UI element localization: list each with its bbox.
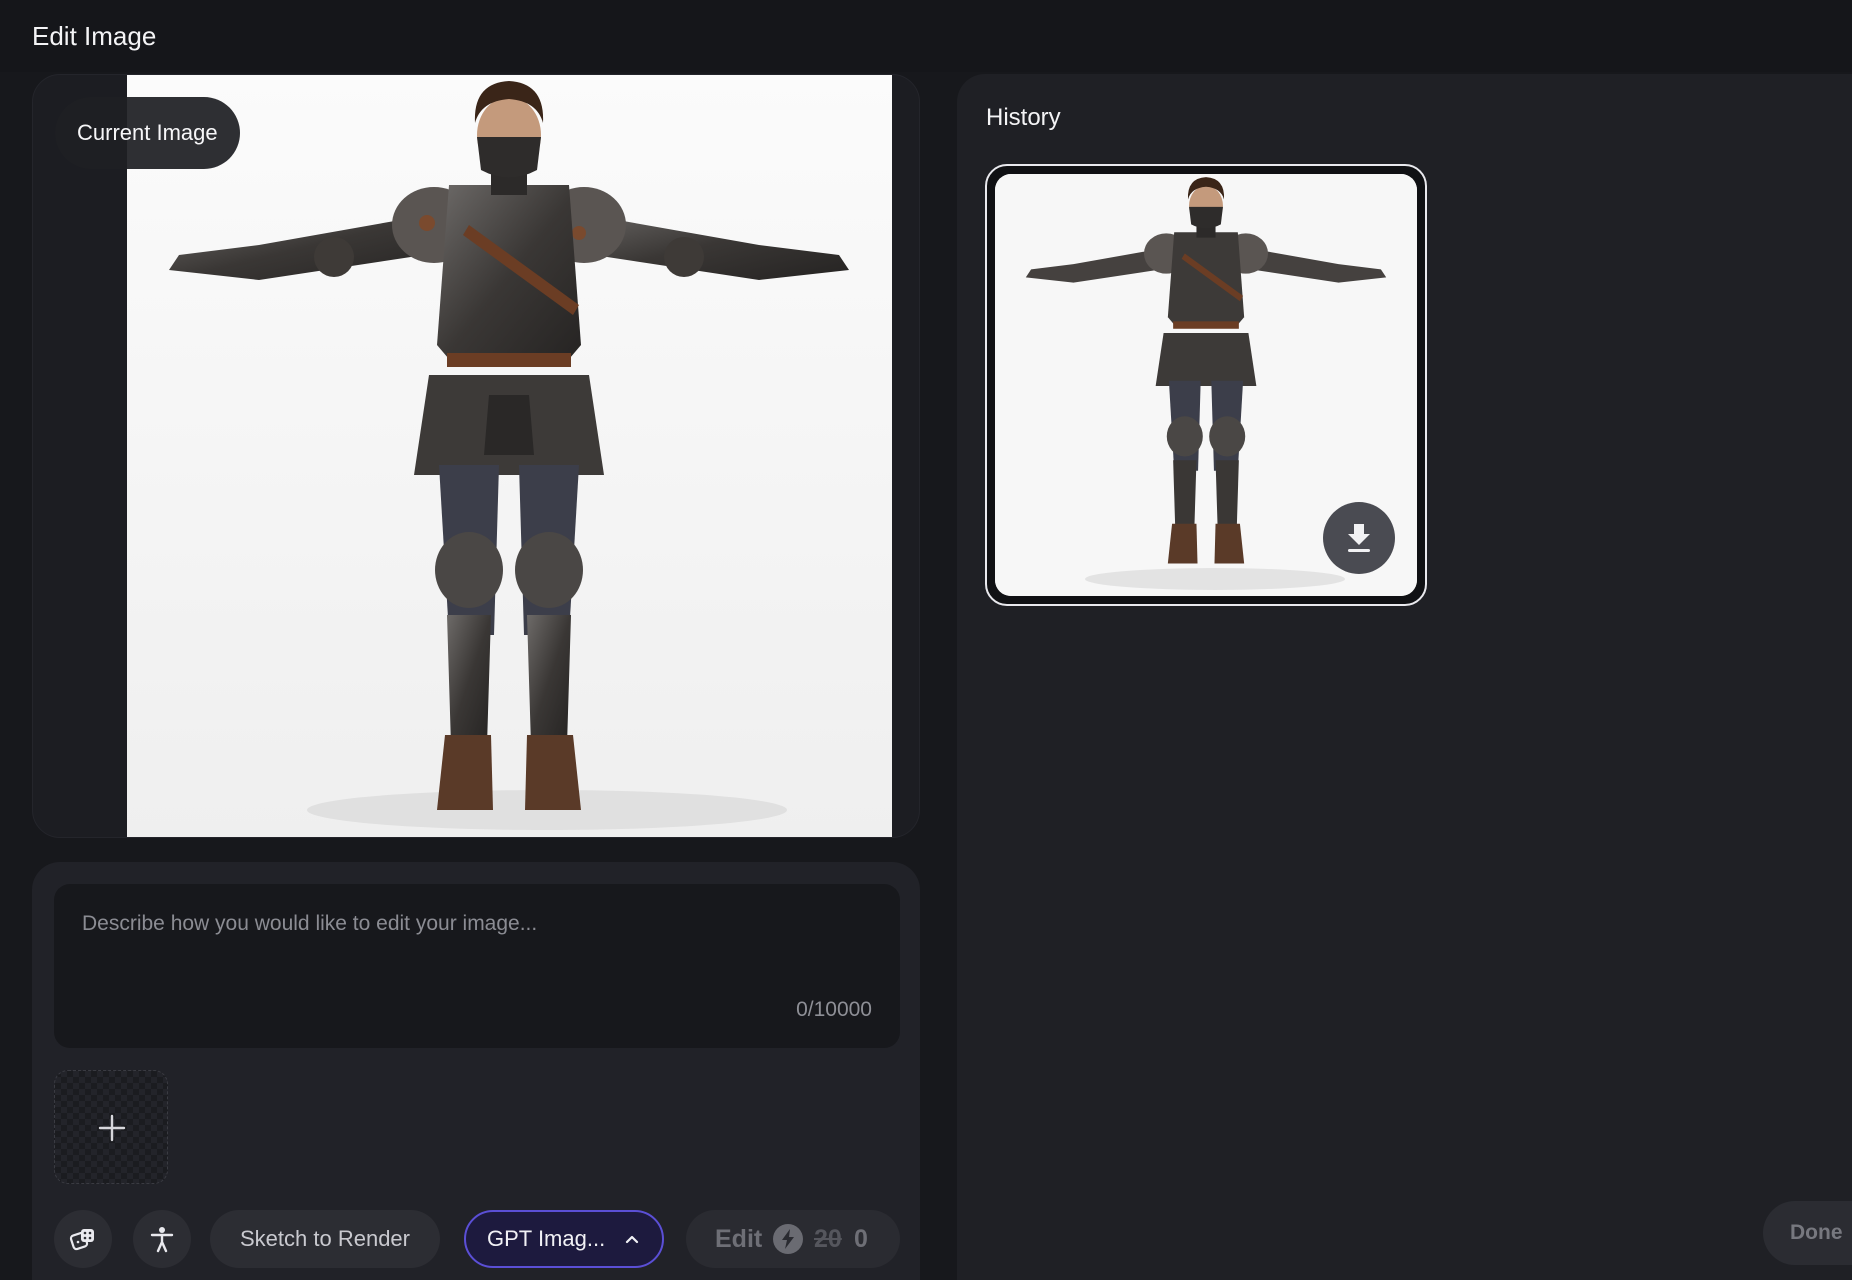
lightning-icon (782, 1229, 794, 1249)
sketch-to-render-button[interactable]: Sketch to Render (210, 1210, 440, 1268)
edit-button[interactable]: Edit 20 0 (686, 1210, 900, 1268)
history-title: History (986, 104, 1061, 131)
model-selector[interactable]: GPT Imag... (464, 1210, 664, 1268)
current-image-badge: Current Image (55, 97, 240, 169)
history-panel: History (957, 74, 1852, 1280)
dice-icon (69, 1229, 94, 1251)
chevron-up-icon (625, 1235, 639, 1244)
randomize-button[interactable] (54, 1210, 112, 1268)
edit-button-label: Edit (715, 1225, 763, 1253)
current-image (127, 75, 892, 837)
page-title: Edit Image (32, 21, 157, 51)
model-selector-label: GPT Imag... (487, 1226, 606, 1251)
pose-button[interactable] (133, 1210, 191, 1268)
history-item[interactable] (985, 164, 1427, 606)
done-button[interactable]: Done (1763, 1201, 1852, 1265)
character-counter: 0/10000 (796, 998, 872, 1021)
add-reference-image-button[interactable] (54, 1070, 168, 1184)
top-bar: Edit Image (0, 0, 1852, 72)
plus-icon (98, 1114, 126, 1142)
download-button[interactable] (1323, 502, 1395, 574)
edit-prompt-input[interactable] (82, 910, 872, 1000)
prompt-box: 0/10000 (54, 884, 900, 1048)
original-cost: 20 (814, 1225, 842, 1253)
download-icon (1348, 524, 1370, 552)
person-pose-icon (150, 1227, 174, 1253)
prompt-panel: 0/10000 Sketch to Render GPT Imag... (32, 862, 920, 1280)
armored-knight-illustration (127, 75, 892, 837)
credits-badge (773, 1224, 803, 1254)
current-cost: 0 (854, 1225, 868, 1253)
current-image-card: Current Image (32, 74, 920, 838)
